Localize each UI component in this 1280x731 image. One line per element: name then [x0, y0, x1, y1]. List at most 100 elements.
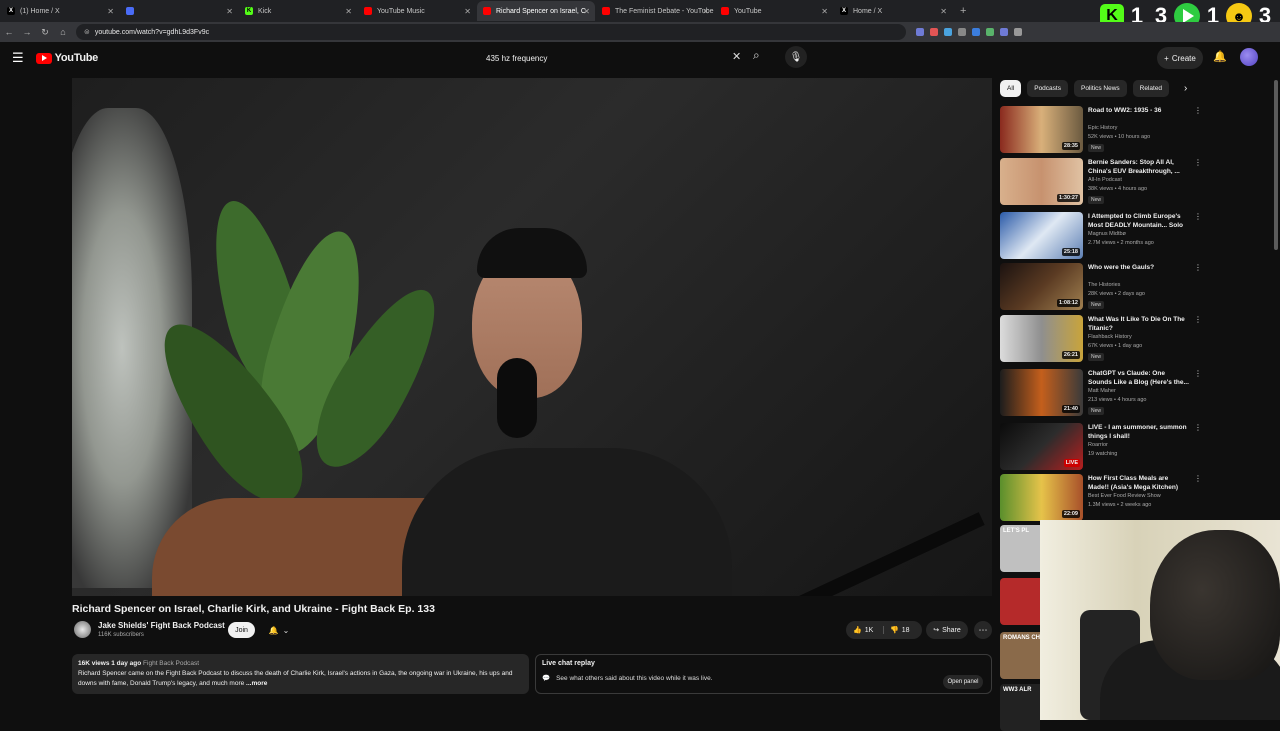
video-thumbnail[interactable]: 1:08:12 [1000, 263, 1083, 310]
dislike-button[interactable]: 👎 18 [884, 626, 910, 635]
more-options-icon[interactable]: ⋮ [1194, 106, 1202, 115]
filter-chip[interactable]: Politics News [1073, 80, 1127, 97]
youtube-logo[interactable]: YouTube [35, 52, 98, 64]
share-button[interactable]: ↪ Share [926, 621, 968, 639]
browser-tab[interactable]: YouTube Music ✕ [358, 1, 476, 21]
video-thumbnail[interactable]: 28:35 [1000, 106, 1083, 153]
more-options-icon[interactable]: ⋮ [1194, 212, 1202, 221]
more-options-icon[interactable]: ⋮ [1194, 263, 1202, 272]
microphone-icon[interactable]: 🎙 [785, 46, 807, 68]
recommendation-channel[interactable]: Magnus Midtbø [1088, 231, 1126, 237]
search-input[interactable]: 435 hz frequency [478, 47, 748, 69]
browser-tab[interactable]: The Feminist Debate - YouTube ✕ [596, 1, 714, 21]
video-thumbnail[interactable]: LIVE [1000, 423, 1083, 470]
page-scrollbar[interactable] [1274, 80, 1278, 250]
extension-icon[interactable] [930, 28, 938, 36]
video-player[interactable] [72, 78, 992, 596]
new-tab-icon[interactable]: + [960, 5, 966, 17]
recommendation-item[interactable]: 25:18 I Attempted to Climb Europe's Most … [1000, 212, 1202, 262]
recommendation-channel[interactable]: Matt Maher [1088, 388, 1116, 394]
clear-search-icon[interactable]: ✕ [732, 50, 741, 63]
more-options-icon[interactable]: ⋮ [1194, 423, 1202, 432]
extension-icon[interactable] [1014, 28, 1022, 36]
recommendation-item[interactable]: LIVE LIVE - I am summoner, summon things … [1000, 423, 1202, 473]
browser-tab[interactable]: K Kick ✕ [239, 1, 357, 21]
close-tab-icon[interactable]: ✕ [226, 7, 233, 16]
filter-chip[interactable]: Related [1132, 80, 1170, 97]
recommendation-title[interactable]: Who were the Gauls? [1088, 263, 1190, 272]
browser-tab[interactable]: X Home / X ✕ [834, 1, 952, 21]
account-avatar[interactable] [1240, 48, 1258, 66]
recommendation-channel[interactable]: Flashback History [1088, 334, 1132, 340]
video-thumbnail[interactable]: 21:40 [1000, 369, 1083, 416]
more-options-icon[interactable]: ⋮ [1194, 158, 1202, 167]
more-actions-icon[interactable]: ⋯ [974, 621, 992, 639]
close-tab-icon[interactable]: ✕ [583, 7, 590, 16]
close-tab-icon[interactable]: ✕ [821, 7, 828, 16]
recommendation-title[interactable]: What Was It Like To Die On The Titanic? [1088, 315, 1190, 333]
recommendation-title[interactable]: How First Class Meals are Made!! (Asia's… [1088, 474, 1190, 492]
video-thumbnail[interactable]: 25:18 [1000, 212, 1083, 259]
more-options-icon[interactable]: ⋮ [1194, 369, 1202, 378]
browser-tab[interactable]: X (1) Home / X ✕ [1, 1, 119, 21]
close-tab-icon[interactable]: ✕ [345, 7, 352, 16]
recommendation-item[interactable]: 28:35 Road to WW2: 1935 - 36 Epic History 5… [1000, 106, 1202, 156]
recommendation-title[interactable]: Bernie Sanders: Stop All AI, China's EUV… [1088, 158, 1190, 176]
browser-tab[interactable]: ✕ [120, 1, 238, 21]
recommendation-item[interactable]: 26:21 What Was It Like To Die On The Tita… [1000, 315, 1202, 365]
filter-chip[interactable]: Podcasts [1027, 80, 1068, 97]
join-button[interactable]: Join [228, 622, 255, 638]
chevron-right-icon[interactable]: › [1184, 83, 1187, 94]
recommendation-title[interactable]: LIVE - I am summoner, summon things I sh… [1088, 423, 1190, 441]
show-more-link[interactable]: ...more [246, 680, 267, 687]
video-thumbnail[interactable]: 1:30:27 [1000, 158, 1083, 205]
extension-icon[interactable] [972, 28, 980, 36]
like-button[interactable]: 👍 1K [846, 626, 884, 634]
recommendation-item[interactable]: 21:40 ChatGPT vs Claude: One Sounds Like … [1000, 369, 1202, 419]
recommendation-channel[interactable]: Best Ever Food Review Show [1088, 493, 1161, 499]
close-tab-icon[interactable]: ✕ [107, 7, 114, 16]
browser-tab[interactable]: YouTube ✕ [715, 1, 833, 21]
video-thumbnail[interactable]: LET'S PL [1000, 525, 1040, 572]
browser-tab[interactable]: Richard Spencer on Israel, C ✕ [477, 1, 595, 21]
recommendation-title[interactable]: ChatGPT vs Claude: One Sounds Like a Blo… [1088, 369, 1190, 387]
url-field[interactable]: ⊜ youtube.com/watch?v=gdhL9d3Fv9c [76, 24, 906, 40]
recommendation-channel[interactable]: Roarrior [1088, 442, 1108, 448]
recommendation-channel[interactable]: The Histories [1088, 282, 1120, 288]
extension-icon[interactable] [944, 28, 952, 36]
recommendation-item[interactable]: 22:09 How First Class Meals are Made!! (A… [1000, 474, 1202, 524]
back-icon[interactable]: ← [0, 27, 18, 37]
description-hashtag[interactable]: Fight Back Podcast [143, 660, 199, 667]
extension-icon[interactable] [916, 28, 924, 36]
channel-name[interactable]: Jake Shields' Fight Back Podcast [98, 621, 225, 630]
video-thumbnail[interactable]: ROMANS CHAN [1000, 632, 1040, 679]
extension-icon[interactable] [986, 28, 994, 36]
extension-icon[interactable] [958, 28, 966, 36]
recommendation-item[interactable]: 1:30:27 Bernie Sanders: Stop All AI, Chin… [1000, 158, 1202, 208]
home-icon[interactable]: ⌂ [54, 27, 72, 37]
close-tab-icon[interactable]: ✕ [940, 7, 947, 16]
search-icon[interactable]: ⌕ [753, 48, 760, 63]
video-thumbnail[interactable]: 26:21 [1000, 315, 1083, 362]
create-button[interactable]: + Create [1157, 47, 1203, 69]
extension-icon[interactable] [1000, 28, 1008, 36]
recommendation-channel[interactable]: All-In Podcast [1088, 177, 1122, 183]
forward-icon[interactable]: → [18, 27, 36, 37]
recommendation-item[interactable]: 1:08:12 Who were the Gauls? The Histories 2… [1000, 263, 1202, 313]
menu-icon[interactable]: ☰ [12, 50, 24, 66]
site-info-icon[interactable]: ⊜ [84, 28, 90, 36]
video-thumbnail[interactable]: 22:09 [1000, 474, 1083, 521]
recommendation-channel[interactable]: Epic History [1088, 125, 1117, 131]
recommendation-title[interactable]: I Attempted to Climb Europe's Most DEADL… [1088, 212, 1190, 230]
recommendation-title[interactable]: Road to WW2: 1935 - 36 [1088, 106, 1190, 115]
channel-avatar[interactable] [74, 621, 91, 638]
video-thumbnail[interactable]: WW3 ALR [1000, 684, 1040, 731]
more-options-icon[interactable]: ⋮ [1194, 315, 1202, 324]
more-options-icon[interactable]: ⋮ [1194, 474, 1202, 483]
video-thumbnail[interactable] [1000, 578, 1040, 625]
reload-icon[interactable]: ↻ [36, 27, 54, 38]
filter-chip[interactable]: All [1000, 80, 1022, 97]
description-box[interactable]: 16K views 1 day ago Fight Back Podcast R… [72, 654, 529, 694]
close-tab-icon[interactable]: ✕ [464, 7, 471, 16]
notifications-bell-icon[interactable]: 🔔 [1213, 50, 1227, 63]
